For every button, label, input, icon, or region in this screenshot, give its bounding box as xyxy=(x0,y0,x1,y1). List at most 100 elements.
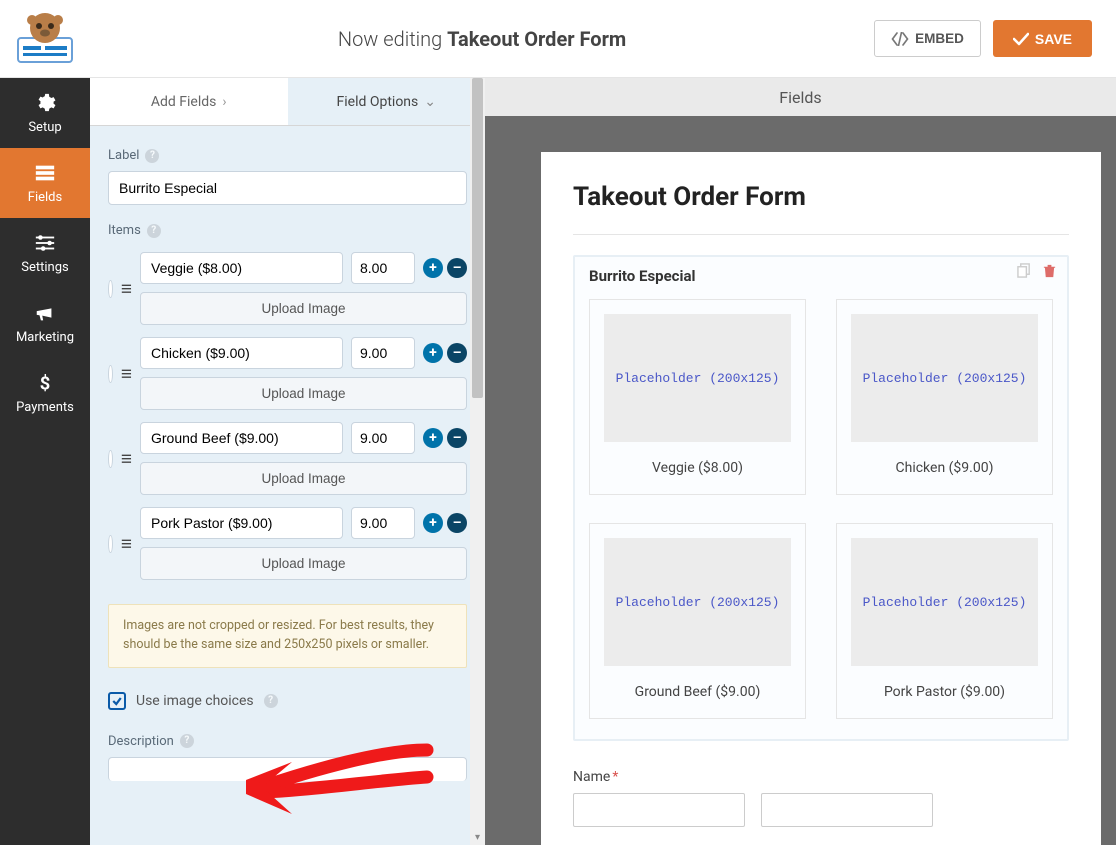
default-radio[interactable] xyxy=(108,280,113,298)
image-placeholder: Placeholder (200x125) xyxy=(604,538,791,666)
choice-label: Veggie ($8.00) xyxy=(652,460,743,476)
items-heading: Items ? xyxy=(108,223,467,238)
help-icon[interactable]: ? xyxy=(145,149,159,163)
scroll-down-icon[interactable]: ▾ xyxy=(470,830,485,845)
image-size-notice: Images are not cropped or resized. For b… xyxy=(108,604,467,668)
choice-label: Chicken ($9.00) xyxy=(896,460,994,476)
item-row: ≡ + – Upload Image xyxy=(108,501,467,586)
upload-image-button[interactable]: Upload Image xyxy=(140,292,467,325)
item-price-input[interactable] xyxy=(351,337,415,369)
nav-label: Payments xyxy=(16,400,74,415)
preview-section-title: Fields xyxy=(485,78,1116,116)
embed-label: EMBED xyxy=(915,31,964,46)
add-item-button[interactable]: + xyxy=(423,513,443,533)
label-heading: Label ? xyxy=(108,148,467,163)
nav-label: Fields xyxy=(28,190,62,205)
sliders-icon xyxy=(34,232,56,254)
item-name-input[interactable] xyxy=(140,507,343,539)
item-row: ≡ + – Upload Image xyxy=(108,416,467,501)
bullhorn-icon xyxy=(34,302,56,324)
nav-label: Settings xyxy=(21,260,68,275)
remove-item-button[interactable]: – xyxy=(447,343,467,363)
upload-image-button[interactable]: Upload Image xyxy=(140,462,467,495)
gear-icon xyxy=(34,92,56,114)
left-nav: Setup Fields Settings Marketing $ Paymen… xyxy=(0,78,90,845)
image-placeholder: Placeholder (200x125) xyxy=(604,314,791,442)
item-price-input[interactable] xyxy=(351,252,415,284)
drag-handle-icon[interactable]: ≡ xyxy=(121,362,132,386)
tab-add-fields[interactable]: Add Fields › xyxy=(90,78,288,125)
save-button[interactable]: SAVE xyxy=(993,20,1092,57)
scrollbar[interactable]: ▾ xyxy=(470,78,485,845)
remove-item-button[interactable]: – xyxy=(447,428,467,448)
default-radio[interactable] xyxy=(108,365,113,383)
embed-button[interactable]: EMBED xyxy=(874,20,981,57)
remove-item-button[interactable]: – xyxy=(447,258,467,278)
preview-form-title: Takeout Order Form xyxy=(573,182,1069,212)
upload-image-button[interactable]: Upload Image xyxy=(140,377,467,410)
first-name-input[interactable] xyxy=(573,793,745,827)
nav-item-payments[interactable]: $ Payments xyxy=(0,358,90,428)
help-icon[interactable]: ? xyxy=(180,734,194,748)
drag-handle-icon[interactable]: ≡ xyxy=(121,277,132,301)
check-icon xyxy=(1013,32,1029,46)
drag-handle-icon[interactable]: ≡ xyxy=(121,532,132,556)
item-row: ≡ + – Upload Image xyxy=(108,246,467,331)
field-label-input[interactable] xyxy=(108,171,467,205)
tab-label: Add Fields xyxy=(151,94,217,110)
preview-field-block[interactable]: Burrito Especial Placeholder (200x125) V… xyxy=(573,255,1069,741)
tab-label: Field Options xyxy=(337,94,419,110)
editing-label: Now editing Takeout Order Form xyxy=(90,27,874,51)
nav-item-fields[interactable]: Fields xyxy=(0,148,90,218)
choice-label: Pork Pastor ($9.00) xyxy=(884,684,1005,700)
help-icon[interactable]: ? xyxy=(264,694,278,708)
preview-choice[interactable]: Placeholder (200x125) Veggie ($8.00) xyxy=(589,299,806,495)
last-name-input[interactable] xyxy=(761,793,933,827)
default-radio[interactable] xyxy=(108,535,113,553)
add-item-button[interactable]: + xyxy=(423,428,443,448)
preview-choice[interactable]: Placeholder (200x125) Ground Beef ($9.00… xyxy=(589,523,806,719)
add-item-button[interactable]: + xyxy=(423,343,443,363)
chevron-right-icon: › xyxy=(222,94,226,110)
scrollbar-thumb[interactable] xyxy=(472,78,483,398)
item-price-input[interactable] xyxy=(351,507,415,539)
chevron-down-icon: ⌄ xyxy=(424,94,436,110)
image-placeholder: Placeholder (200x125) xyxy=(851,538,1038,666)
form-name-text: Takeout Order Form xyxy=(447,27,626,51)
preview-choice[interactable]: Placeholder (200x125) Chicken ($9.00) xyxy=(836,299,1053,495)
nav-label: Setup xyxy=(28,120,61,135)
divider xyxy=(573,234,1069,235)
nav-item-settings[interactable]: Settings xyxy=(0,218,90,288)
item-name-input[interactable] xyxy=(140,422,343,454)
preview-choice[interactable]: Placeholder (200x125) Pork Pastor ($9.00… xyxy=(836,523,1053,719)
code-icon xyxy=(891,32,909,46)
list-icon xyxy=(34,162,56,184)
description-heading: Description ? xyxy=(108,734,467,749)
tab-field-options[interactable]: Field Options ⌄ xyxy=(288,78,486,125)
add-item-button[interactable]: + xyxy=(423,258,443,278)
item-name-input[interactable] xyxy=(140,337,343,369)
choice-label: Ground Beef ($9.00) xyxy=(635,684,761,700)
duplicate-icon[interactable] xyxy=(1017,263,1032,282)
nav-item-marketing[interactable]: Marketing xyxy=(0,288,90,358)
form-preview: Takeout Order Form Burrito Especial Plac… xyxy=(541,152,1101,845)
item-price-input[interactable] xyxy=(351,422,415,454)
trash-icon[interactable] xyxy=(1042,263,1057,282)
help-icon[interactable]: ? xyxy=(147,224,161,238)
app-logo xyxy=(0,0,90,78)
use-image-choices-checkbox[interactable] xyxy=(108,692,126,710)
remove-item-button[interactable]: – xyxy=(447,513,467,533)
now-editing-text: Now editing xyxy=(338,27,442,51)
dollar-icon: $ xyxy=(34,372,56,394)
upload-image-button[interactable]: Upload Image xyxy=(140,547,467,580)
drag-handle-icon[interactable]: ≡ xyxy=(121,447,132,471)
image-placeholder: Placeholder (200x125) xyxy=(851,314,1038,442)
nav-item-setup[interactable]: Setup xyxy=(0,78,90,148)
name-field-label: Name* xyxy=(573,769,618,785)
save-label: SAVE xyxy=(1035,31,1072,47)
checkmark-icon xyxy=(111,695,123,707)
description-input[interactable] xyxy=(108,757,467,781)
default-radio[interactable] xyxy=(108,450,113,468)
required-asterisk: * xyxy=(612,769,618,785)
item-name-input[interactable] xyxy=(140,252,343,284)
